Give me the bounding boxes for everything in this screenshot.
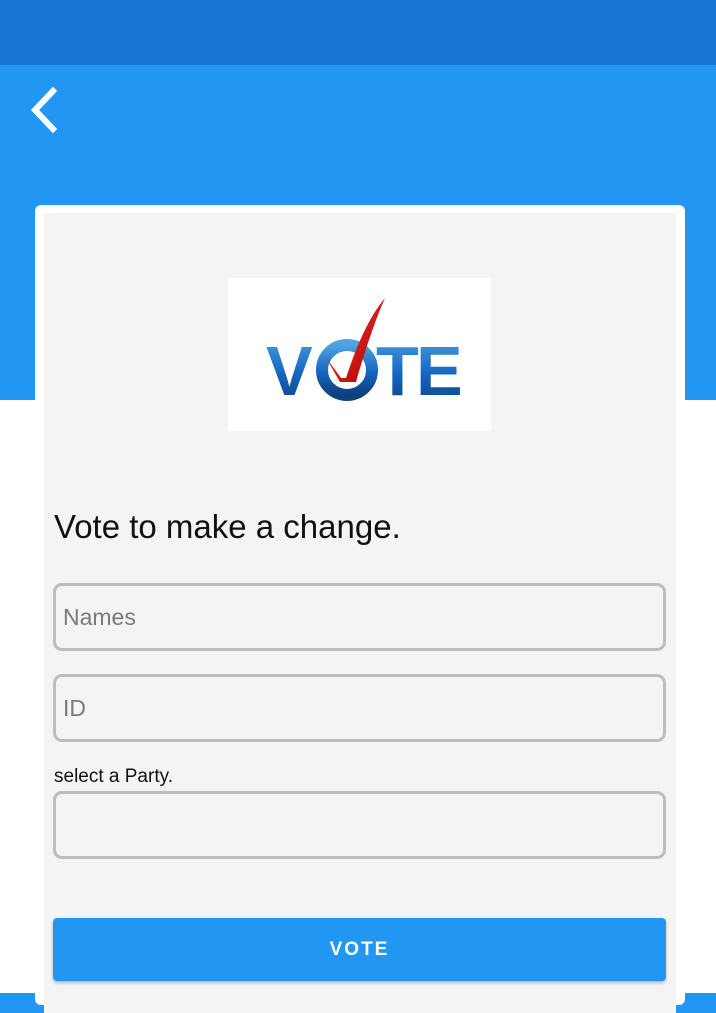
party-label: select a Party. (54, 766, 173, 787)
vote-logo: V T E (228, 278, 491, 431)
party-select[interactable] (53, 791, 666, 859)
logo-letter-v: V (266, 332, 313, 410)
id-placeholder: ID (63, 694, 86, 721)
logo-letter-t: T (376, 332, 419, 410)
chevron-left-icon (30, 86, 58, 134)
names-placeholder: Names (63, 603, 136, 630)
back-button[interactable] (22, 82, 68, 138)
vote-button-label: VOTE (329, 938, 390, 960)
status-bar (0, 0, 716, 65)
id-input[interactable]: ID (53, 674, 666, 742)
vote-button[interactable]: VOTE (53, 918, 666, 981)
page-headline: Vote to make a change. (54, 508, 401, 545)
logo-letter-e: E (416, 332, 463, 410)
names-input[interactable]: Names (53, 583, 666, 651)
